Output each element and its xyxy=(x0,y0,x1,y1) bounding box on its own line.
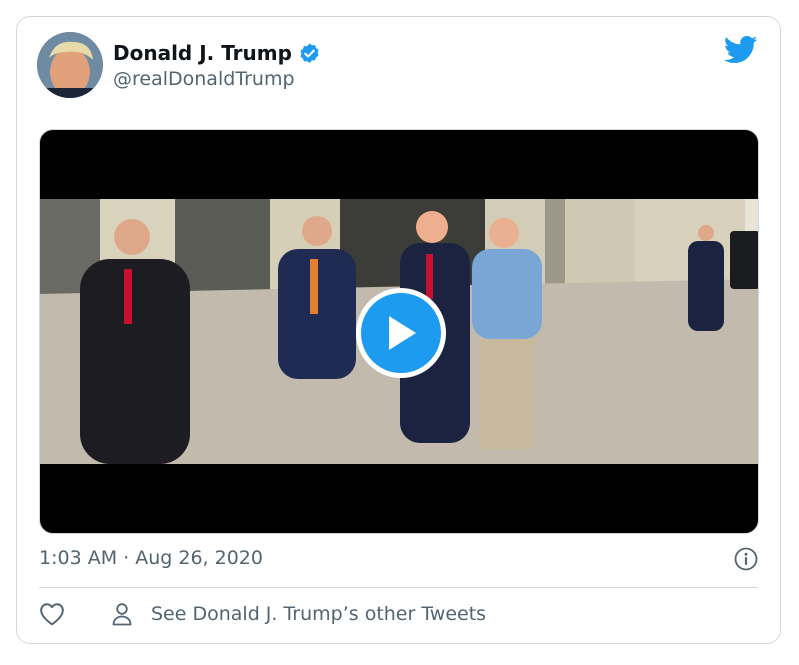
verified-badge-icon xyxy=(298,42,321,65)
play-icon xyxy=(389,316,416,350)
video-player[interactable] xyxy=(39,129,759,534)
heart-icon[interactable] xyxy=(39,602,65,626)
author-handle[interactable]: @realDonaldTrump xyxy=(113,68,295,90)
info-icon[interactable] xyxy=(734,547,758,571)
see-other-tweets-link[interactable]: See Donald J. Trump’s other Tweets xyxy=(151,603,486,625)
tweet-actions: See Donald J. Trump’s other Tweets xyxy=(39,602,486,626)
tweet-timestamp[interactable]: 1:03 AM · Aug 26, 2020 xyxy=(39,547,263,569)
play-button[interactable] xyxy=(356,288,446,378)
divider xyxy=(39,587,758,588)
twitter-bird-icon[interactable] xyxy=(723,35,758,65)
author-avatar[interactable] xyxy=(37,32,103,98)
embedded-tweet-card: Donald J. Trump @realDonaldTrump 1:03 AM… xyxy=(16,16,781,644)
author-name[interactable]: Donald J. Trump xyxy=(113,41,321,65)
person-icon xyxy=(111,602,133,626)
author-name-text[interactable]: Donald J. Trump xyxy=(113,41,292,65)
